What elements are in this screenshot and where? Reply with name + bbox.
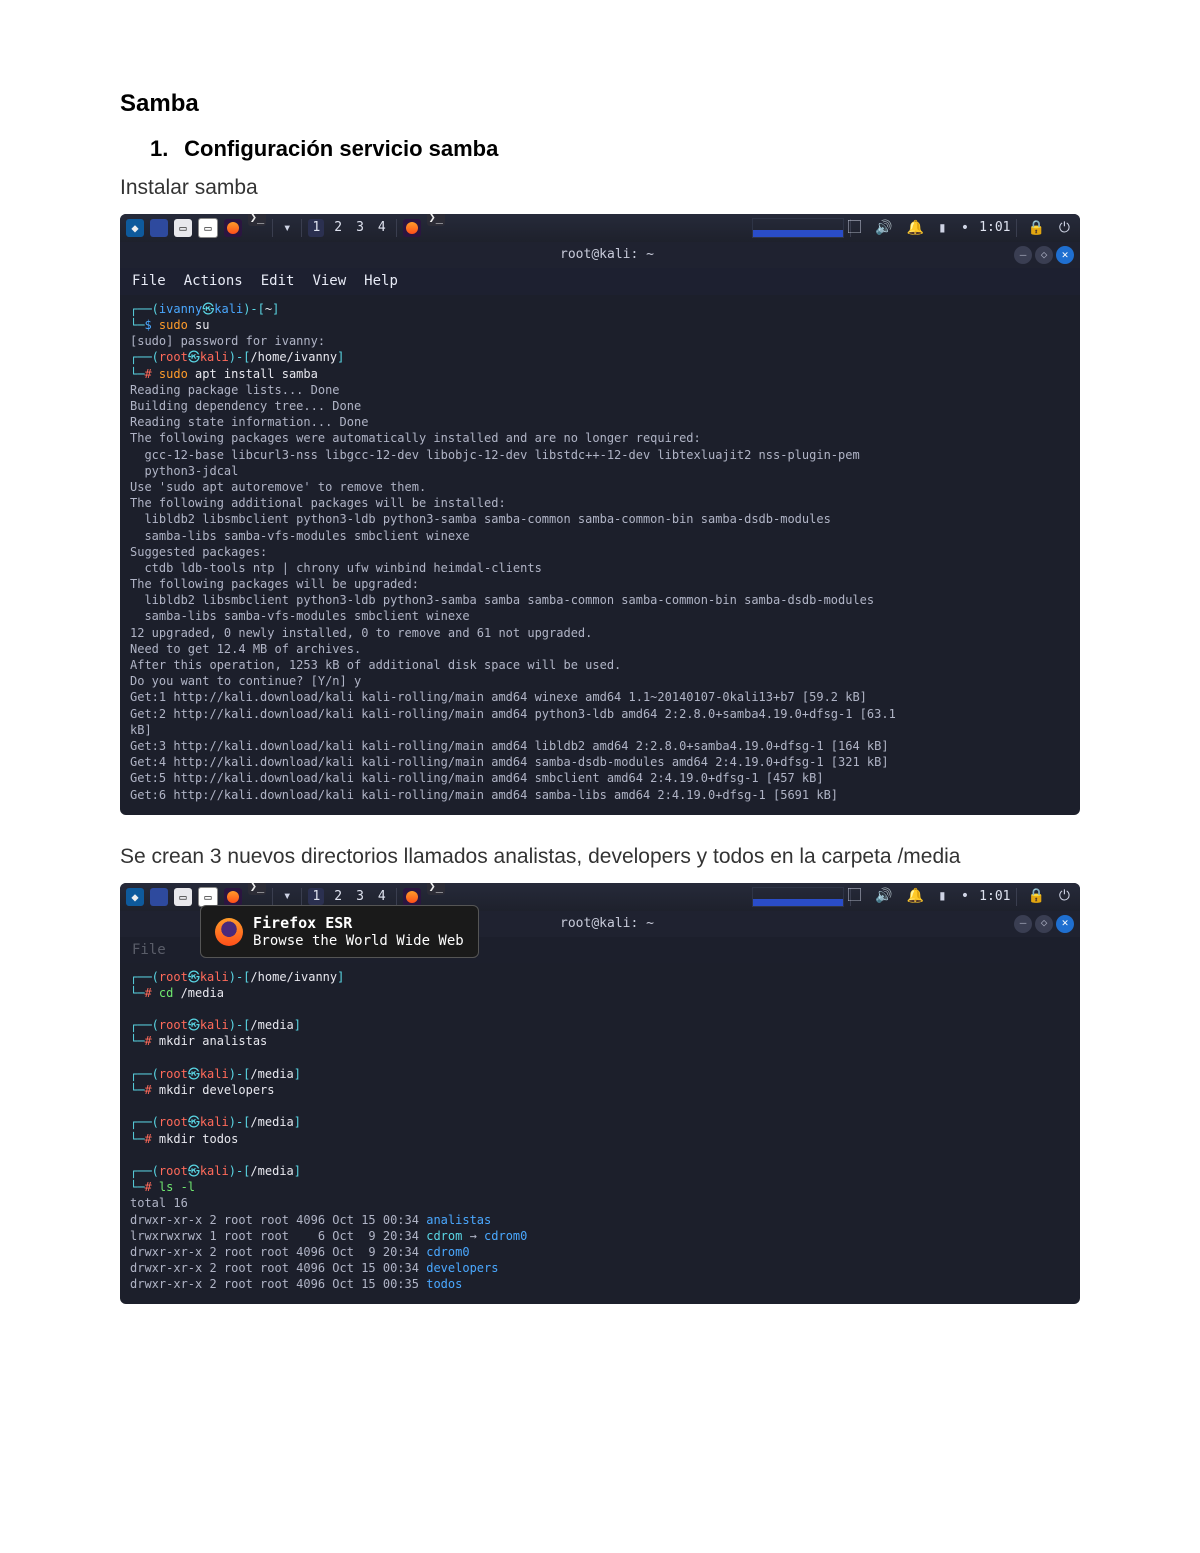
workspace-3[interactable]: 3: [352, 219, 368, 237]
menu-edit[interactable]: Edit: [261, 272, 295, 291]
close-button[interactable]: ✕: [1056, 246, 1074, 264]
bell-icon[interactable]: 🔔: [903, 219, 928, 238]
taskbar-firefox-icon[interactable]: [403, 888, 421, 906]
files-icon[interactable]: ▭: [174, 219, 192, 237]
section-title-text: Configuración servicio samba: [184, 136, 498, 161]
firefox-large-icon: [215, 918, 243, 946]
paragraph-1: Instalar samba: [120, 176, 1080, 200]
clock[interactable]: 1:01: [979, 888, 1010, 906]
battery-icon[interactable]: ▮: [934, 887, 950, 906]
firefox-icon[interactable]: [224, 888, 242, 906]
workspace-4[interactable]: 4: [374, 888, 390, 906]
terminal-screenshot-1: ◆ ▭ ▭ ❯_ ▾ 1 2 3 4 ❯_ ⃞ 🔊 🔔 ▮ •: [120, 214, 1080, 815]
tooltip-title: Firefox ESR: [253, 914, 352, 932]
kali-menu-icon[interactable]: ◆: [126, 888, 144, 906]
battery-icon[interactable]: ▮: [934, 219, 950, 238]
network-graph: [752, 218, 844, 238]
power-icon[interactable]: ⏻: [1055, 219, 1074, 238]
menu-file[interactable]: File: [132, 941, 166, 959]
terminal-screenshot-2: ◆ ▭ ▭ ❯_ ▾ 1 2 3 4 ❯_ ⃞ 🔊 🔔 ▮ •: [120, 883, 1080, 1305]
volume-icon[interactable]: 🔊: [871, 219, 896, 238]
maximize-button[interactable]: ◇: [1035, 915, 1053, 933]
firefox-icon[interactable]: [224, 219, 242, 237]
menu-file[interactable]: File: [132, 272, 166, 291]
tooltip-text: Firefox ESR Browse the World Wide Web: [253, 914, 464, 950]
workspace-3[interactable]: 3: [352, 888, 368, 906]
kali-menu-icon[interactable]: ◆: [126, 219, 144, 237]
firefox-tooltip: Firefox ESR Browse the World Wide Web: [200, 905, 479, 959]
volume-icon[interactable]: 🔊: [871, 887, 896, 906]
plug-icon[interactable]: •: [957, 887, 973, 906]
menu-actions[interactable]: Actions: [184, 272, 243, 291]
plug-icon[interactable]: •: [957, 219, 973, 238]
window-titlebar: root@kali: ~ – ◇ ✕: [120, 242, 1080, 268]
chevron-down-icon[interactable]: ▾: [279, 887, 295, 906]
window-title: root@kali: ~: [200, 246, 1014, 264]
files-icon[interactable]: ▭: [174, 888, 192, 906]
paragraph-2: Se crean 3 nuevos directorios llamados a…: [120, 845, 1080, 869]
text-editor-icon[interactable]: ▭: [198, 218, 218, 238]
workspace-2[interactable]: 2: [330, 219, 346, 237]
lock-icon[interactable]: 🔒: [1023, 887, 1048, 906]
lock-icon[interactable]: 🔒: [1023, 219, 1048, 238]
workspace-1[interactable]: 1: [308, 888, 324, 906]
terminal-icon[interactable]: ❯_: [248, 883, 266, 895]
minimize-button[interactable]: –: [1014, 915, 1032, 933]
terminal-output: ┌──(ivanny㉿kali)-[~] └─$ sudo su [sudo] …: [120, 295, 1080, 815]
workspace-4[interactable]: 4: [374, 219, 390, 237]
doc-title: Samba: [120, 90, 1080, 118]
screen-icon[interactable]: ⃞: [857, 219, 865, 238]
chevron-down-icon[interactable]: ▾: [279, 219, 295, 238]
terminal-icon[interactable]: ❯_: [248, 214, 266, 226]
clock[interactable]: 1:01: [979, 219, 1010, 237]
taskbar-terminal-icon[interactable]: ❯_: [427, 214, 445, 226]
terminal-output: ┌──(root㉿kali)-[/home/ivanny] └─# cd /me…: [120, 963, 1080, 1305]
power-icon[interactable]: ⏻: [1055, 887, 1074, 906]
app-icon[interactable]: [150, 219, 168, 237]
text-editor-icon[interactable]: ▭: [198, 887, 218, 907]
terminal-menubar: File Actions Edit View Help: [120, 268, 1080, 295]
taskbar-firefox-icon[interactable]: [403, 219, 421, 237]
network-graph: [752, 887, 844, 907]
section-heading: 1. Configuración servicio samba: [150, 136, 1080, 162]
bell-icon[interactable]: 🔔: [903, 887, 928, 906]
taskbar: ◆ ▭ ▭ ❯_ ▾ 1 2 3 4 ❯_ ⃞ 🔊 🔔 ▮ •: [120, 214, 1080, 242]
taskbar-terminal-icon[interactable]: ❯_: [427, 883, 445, 895]
app-icon[interactable]: [150, 888, 168, 906]
menu-help[interactable]: Help: [364, 272, 398, 291]
maximize-button[interactable]: ◇: [1035, 246, 1053, 264]
document-page: Samba 1. Configuración servicio samba In…: [0, 0, 1200, 1553]
menu-view[interactable]: View: [312, 272, 346, 291]
close-button[interactable]: ✕: [1056, 915, 1074, 933]
minimize-button[interactable]: –: [1014, 246, 1032, 264]
tooltip-subtitle: Browse the World Wide Web: [253, 933, 464, 949]
section-number: 1.: [150, 136, 178, 162]
workspace-1[interactable]: 1: [308, 219, 324, 237]
screen-icon[interactable]: ⃞: [857, 887, 865, 906]
workspace-2[interactable]: 2: [330, 888, 346, 906]
